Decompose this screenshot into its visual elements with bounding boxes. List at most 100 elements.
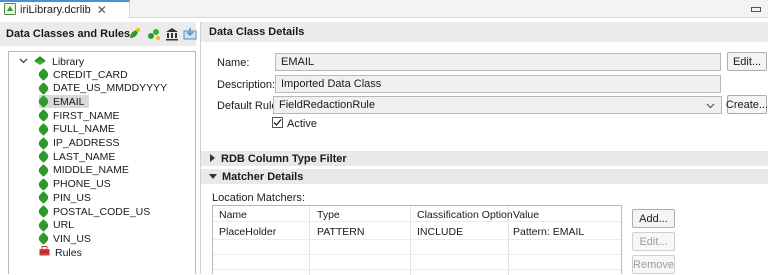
editor-tab-strip: iriLibrary.dcrlib ✕ — [0, 0, 768, 18]
tree-item[interactable]: LAST_NAME — [37, 150, 116, 164]
data-class-leaf-icon — [37, 95, 50, 109]
tree-item[interactable]: FULL_NAME — [37, 122, 115, 136]
tree-item-label: FULL_NAME — [53, 123, 115, 136]
tree-item[interactable]: EMAIL — [37, 95, 89, 109]
tree-root-label: Library — [52, 55, 85, 68]
row-divider — [213, 221, 621, 222]
tree-item-label: URL — [53, 219, 75, 232]
active-label: Active — [287, 118, 317, 130]
chevron-down-icon[interactable] — [209, 171, 217, 183]
active-checkbox-row[interactable]: Active — [272, 117, 317, 131]
edit-matcher-button[interactable]: Edit... — [632, 232, 675, 251]
details-title: Data Class Details — [209, 26, 305, 38]
close-tab-icon[interactable]: ✕ — [97, 3, 107, 17]
name-field[interactable]: EMAIL — [275, 53, 721, 71]
description-field[interactable]: Imported Data Class — [275, 75, 721, 93]
column-header-value[interactable]: Value — [513, 209, 539, 221]
tree-item[interactable]: PHONE_US — [37, 177, 111, 191]
default-rule-label: Default Rule: — [217, 100, 281, 112]
data-class-leaf-icon — [37, 136, 50, 150]
data-class-leaf-icon — [37, 122, 50, 136]
panel-splitter[interactable] — [200, 22, 201, 274]
library-folder-icon — [33, 55, 47, 69]
tree-item-label: POSTAL_CODE_US — [53, 205, 151, 218]
data-class-leaf-icon — [37, 191, 50, 205]
location-matchers-table[interactable]: Name Type Classification Option Value Pl… — [212, 205, 622, 275]
create-rule-button[interactable]: Create... — [725, 95, 768, 114]
tree-item-label: PIN_US — [53, 191, 91, 204]
data-class-leaf-icon — [37, 232, 50, 246]
data-class-leaf-icon — [37, 177, 50, 191]
name-label: Name: — [217, 57, 250, 69]
tree-item-label: Rules — [55, 246, 82, 259]
tree-item-label: PHONE_US — [53, 178, 111, 191]
tree-item[interactable]: POSTAL_CODE_US — [37, 205, 151, 218]
create-button-label: Create... — [725, 98, 768, 111]
tree-item-label: DATE_US_MMDDYYYY — [53, 82, 168, 95]
tree-item-label: LAST_NAME — [53, 150, 116, 163]
column-header-name[interactable]: Name — [219, 209, 247, 221]
tree-item-label: FIRST_NAME — [53, 109, 120, 122]
data-class-leaf-icon — [37, 81, 50, 95]
tree-item-label: EMAIL — [53, 95, 85, 108]
edit-button-label: Edit... — [732, 55, 762, 68]
active-checkbox[interactable] — [272, 117, 283, 131]
tree-item[interactable]: MIDDLE_NAME — [37, 164, 129, 177]
edit-matcher-label: Edit... — [639, 235, 668, 248]
matcher-section-title: Matcher Details — [222, 170, 304, 183]
import-icon[interactable] — [183, 27, 197, 41]
add-data-class-icon[interactable] — [127, 27, 141, 41]
tree-root-library[interactable]: Library — [19, 55, 84, 68]
editor-tab[interactable]: iriLibrary.dcrlib ✕ — [0, 0, 130, 18]
library-file-icon — [4, 2, 16, 18]
tree-item[interactable]: PIN_US — [37, 191, 91, 205]
row-divider — [213, 239, 621, 240]
tree-item[interactable]: URL — [37, 218, 75, 232]
edit-name-button[interactable]: Edit... — [727, 52, 767, 71]
tree-item-rules[interactable]: Rules — [39, 246, 82, 259]
data-class-leaf-icon — [37, 109, 50, 122]
rules-toolbox-icon — [39, 246, 50, 259]
left-panel-title: Data Classes and Rules — [6, 28, 131, 40]
chevron-down-icon[interactable] — [19, 56, 28, 68]
name-value: EMAIL — [281, 56, 315, 68]
tree-item[interactable]: DATE_US_MMDDYYYY — [37, 81, 168, 95]
minimize-icon[interactable] — [750, 3, 761, 13]
row-divider — [213, 254, 621, 255]
tree-item[interactable]: CREDIT_CARD — [37, 68, 128, 81]
data-class-tree[interactable]: Library CREDIT_CARD DATE_US_MMDDYYYY EMAIL… — [8, 51, 196, 274]
data-class-leaf-icon — [37, 164, 50, 177]
default-rule-select[interactable]: FieldRedactionRule — [273, 96, 722, 114]
library-icon[interactable] — [165, 27, 179, 41]
description-value: Imported Data Class — [281, 78, 382, 90]
chevron-down-icon[interactable] — [706, 101, 715, 113]
column-divider — [309, 206, 310, 275]
rdb-section-title: RDB Column Type Filter — [221, 152, 347, 165]
tree-item-label: IP_ADDRESS — [53, 137, 120, 149]
tree-item[interactable]: IP_ADDRESS — [37, 136, 120, 150]
details-header: Data Class Details — [201, 22, 768, 42]
chevron-right-icon[interactable] — [209, 153, 216, 165]
table-cell[interactable]: PATTERN — [317, 226, 364, 238]
remove-button-label: Remove — [633, 258, 674, 271]
tree-item[interactable]: VIN_US — [37, 232, 91, 246]
tree-item-label: CREDIT_CARD — [53, 68, 128, 81]
data-class-leaf-icon — [37, 150, 50, 164]
add-multiple-classes-icon[interactable] — [147, 27, 161, 41]
data-class-leaf-icon — [37, 218, 50, 232]
add-button-label: Add... — [639, 212, 668, 225]
column-header-type[interactable]: Type — [317, 209, 340, 221]
tree-item[interactable]: FIRST_NAME — [37, 109, 120, 122]
table-cell[interactable]: PlaceHolder — [219, 226, 276, 238]
row-divider — [213, 269, 621, 270]
rdb-section-header[interactable]: RDB Column Type Filter — [201, 151, 768, 166]
column-divider — [410, 206, 411, 275]
table-cell[interactable]: Pattern: EMAIL — [513, 226, 584, 238]
remove-matcher-button[interactable]: Remove — [632, 255, 675, 274]
matcher-section-header[interactable]: Matcher Details — [201, 169, 768, 184]
data-class-leaf-icon — [37, 205, 50, 218]
add-matcher-button[interactable]: Add... — [632, 209, 675, 228]
column-header-classification[interactable]: Classification Option — [417, 209, 513, 221]
table-cell[interactable]: INCLUDE — [417, 226, 463, 238]
default-rule-value: FieldRedactionRule — [279, 99, 375, 111]
